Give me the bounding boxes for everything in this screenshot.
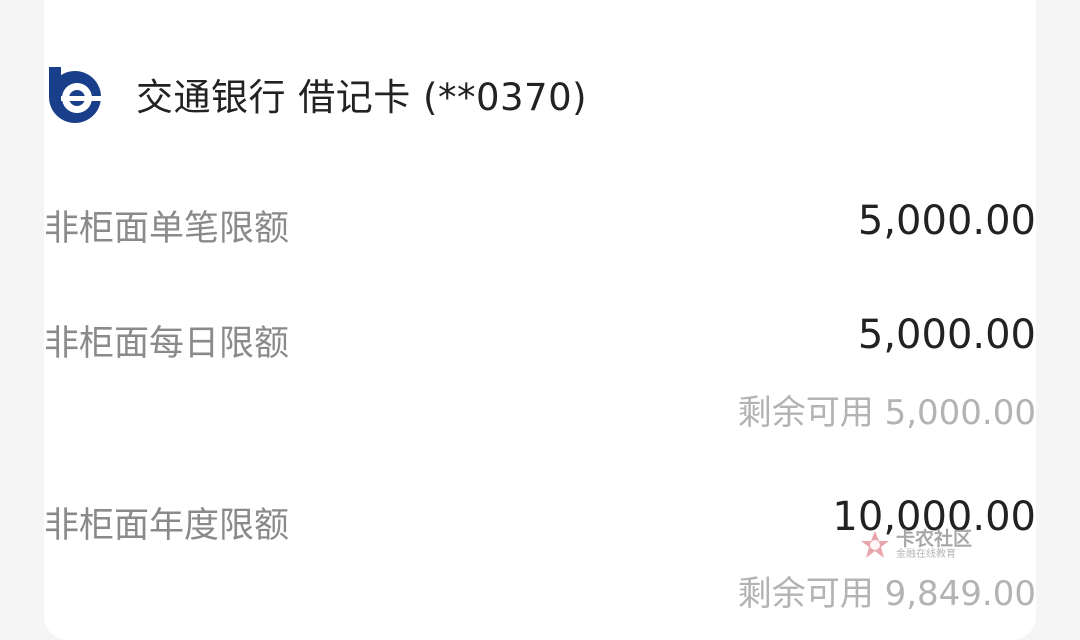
single-limit-label: 非柜面单笔限额 (44, 209, 290, 249)
watermark-main-text: 卡农社区 (896, 528, 973, 550)
watermark-sub-text: 金融在线教育 (896, 549, 956, 560)
bank-of-communications-logo (49, 67, 101, 123)
daily-limit-remaining: 剩余可用 5,000.00 (737, 393, 1036, 433)
single-limit-value: 5,000.00 (857, 198, 1036, 244)
daily-limit-label: 非柜面每日限额 (44, 324, 290, 364)
daily-limit-value: 5,000.00 (857, 312, 1036, 358)
watermark: 卡农社区 金融在线教育 (858, 528, 972, 562)
bank-header: 交通银行 借记卡 (**0370) (44, 62, 587, 126)
kanong-logo-icon (861, 531, 889, 558)
bank-card-title: 交通银行 借记卡 (**0370) (136, 76, 588, 119)
yearly-limit-label: 非柜面年度限额 (44, 506, 290, 546)
yearly-limit-remaining: 剩余可用 9,849.00 (737, 574, 1036, 614)
